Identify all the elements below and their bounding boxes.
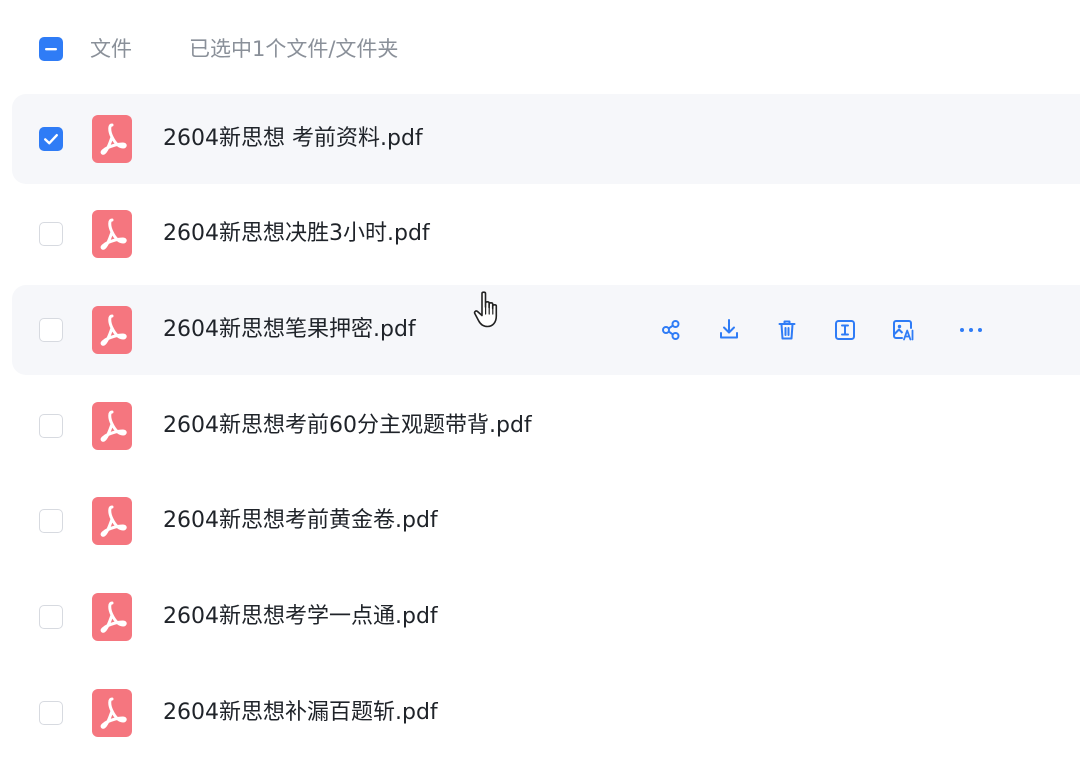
file-row[interactable]: 2604新思想笔果押密.pdf [12,285,1080,375]
row-checkbox[interactable] [39,605,63,629]
file-row[interactable]: 2604新思想 考前资料.pdf [12,94,1080,184]
rename-icon[interactable] [831,316,859,344]
row-checkbox[interactable] [39,127,63,151]
row-checkbox[interactable] [39,414,63,438]
pdf-file-icon [92,402,132,450]
file-name[interactable]: 2604新思想笔果押密.pdf [163,315,416,345]
file-row[interactable]: 2604新思想考前黄金卷.pdf [12,476,1080,566]
pdf-file-icon [92,115,132,163]
select-all-checkbox[interactable] [39,37,63,61]
pdf-file-icon [92,497,132,545]
image-translate-icon[interactable] [889,316,917,344]
row-checkbox[interactable] [39,318,63,342]
list-header: 文件 已选中1个文件/文件夹 [0,0,1080,96]
file-name[interactable]: 2604新思想考前黄金卷.pdf [163,506,438,536]
file-name[interactable]: 2604新思想 考前资料.pdf [163,124,423,154]
row-checkbox[interactable] [39,222,63,246]
more-icon[interactable] [957,316,985,344]
row-checkbox[interactable] [39,701,63,725]
pdf-file-icon [92,689,132,737]
file-name[interactable]: 2604新思想考学一点通.pdf [163,602,438,632]
download-icon[interactable] [715,316,743,344]
pdf-file-icon [92,306,132,354]
share-icon[interactable] [657,316,685,344]
file-row[interactable]: 2604新思想决胜3小时.pdf [12,189,1080,279]
pdf-file-icon [92,593,132,641]
file-name[interactable]: 2604新思想考前60分主观题带背.pdf [163,411,532,441]
file-row[interactable]: 2604新思想考学一点通.pdf [12,572,1080,662]
pdf-file-icon [92,210,132,258]
column-header-file[interactable]: 文件 [90,34,132,64]
file-name[interactable]: 2604新思想补漏百题斩.pdf [163,698,438,728]
row-checkbox[interactable] [39,509,63,533]
file-row[interactable]: 2604新思想补漏百题斩.pdf [12,668,1080,758]
file-row[interactable]: 2604新思想考前60分主观题带背.pdf [12,381,1080,471]
file-name[interactable]: 2604新思想决胜3小时.pdf [163,219,430,249]
delete-icon[interactable] [773,316,801,344]
hand-pointer-cursor-icon [473,291,498,328]
selection-status: 已选中1个文件/文件夹 [189,37,399,61]
